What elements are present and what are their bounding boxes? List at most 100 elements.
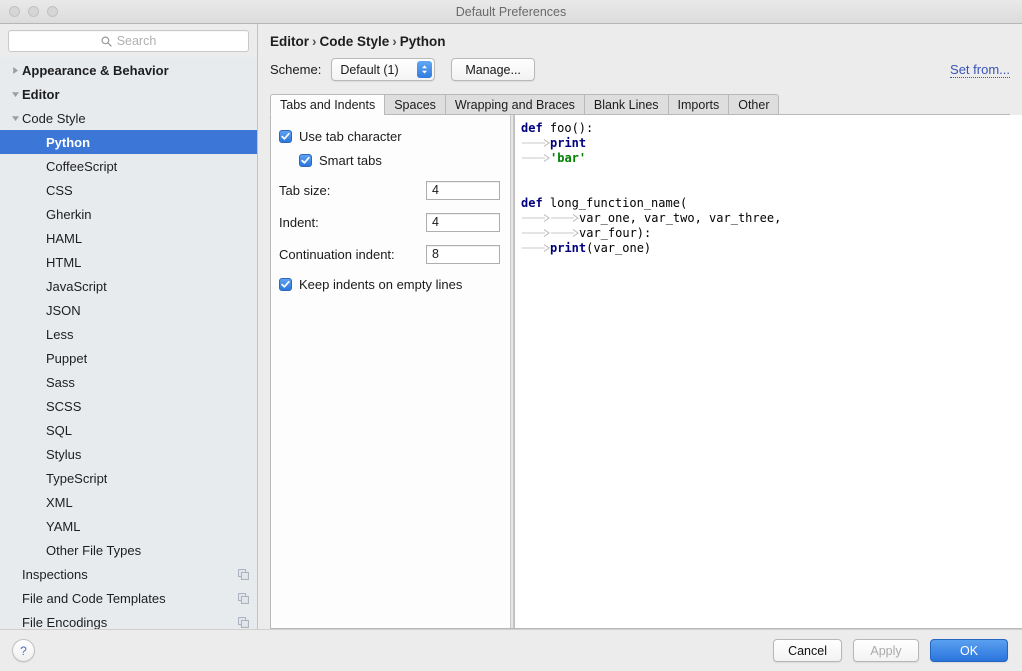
use-tab-character-checkbox[interactable] — [279, 129, 292, 143]
tab-tabs-and-indents[interactable]: Tabs and Indents — [270, 94, 385, 115]
breadcrumb-item[interactable]: Python — [400, 34, 446, 49]
manage-button[interactable]: Manage... — [451, 58, 535, 81]
code-preview[interactable]: def foo(): print'bar' def long_function_n… — [514, 115, 1022, 628]
continuation-indent-label: Continuation indent: — [279, 246, 395, 262]
sidebar-item-gherkin[interactable]: Gherkin — [0, 202, 257, 226]
close-button[interactable] — [9, 6, 20, 17]
sidebar-item-json[interactable]: JSON — [0, 298, 257, 322]
indent-input[interactable]: 4 — [426, 212, 500, 232]
sidebar-item-less[interactable]: Less — [0, 322, 257, 346]
sidebar-item-sass[interactable]: Sass — [0, 370, 257, 394]
smart-tabs-row[interactable]: Smart tabs — [279, 149, 500, 171]
sidebar-item-label: TypeScript — [46, 470, 108, 486]
keep-indents-row[interactable]: Keep indents on empty lines — [279, 273, 500, 295]
scheme-select[interactable]: Default (1) — [331, 58, 436, 81]
tab-indicator-icon — [521, 212, 550, 223]
sidebar-item-scss[interactable]: SCSS — [0, 394, 257, 418]
sidebar-item-label: Other File Types — [46, 542, 142, 558]
code-token: (var_one) — [586, 241, 652, 255]
sidebar-item-label: JSON — [46, 302, 81, 318]
zoom-button[interactable] — [47, 6, 58, 17]
sidebar-item-xml[interactable]: XML — [0, 490, 257, 514]
tab-label: Blank Lines — [593, 97, 659, 112]
code-token: def — [521, 121, 543, 135]
scheme-label: Scheme: — [270, 62, 322, 77]
apply-button[interactable]: Apply — [853, 639, 919, 662]
sidebar-item-label: Appearance & Behavior — [22, 62, 169, 78]
sidebar-item-sql[interactable]: SQL — [0, 418, 257, 442]
minimize-button[interactable] — [28, 6, 39, 17]
code-token: foo(): — [542, 121, 594, 135]
sidebar-item-label: Sass — [46, 374, 75, 390]
sidebar-item-css[interactable]: CSS — [0, 178, 257, 202]
sidebar-item-label: Editor — [22, 86, 60, 102]
sidebar-item-other-file-types[interactable]: Other File Types — [0, 538, 257, 562]
tab-other[interactable]: Other — [728, 94, 780, 115]
sidebar-item-yaml[interactable]: YAML — [0, 514, 257, 538]
sidebar-item-appearance-behavior[interactable]: Appearance & Behavior — [0, 58, 257, 82]
breadcrumb-item[interactable]: Code Style — [320, 34, 390, 49]
tab-wrapping-and-braces[interactable]: Wrapping and Braces — [444, 94, 584, 115]
code-line: print (var_one) — [521, 241, 1022, 256]
tab-imports[interactable]: Imports — [667, 94, 729, 115]
sidebar-item-label: SQL — [46, 422, 73, 438]
sidebar-item-label: Python — [46, 134, 91, 150]
sidebar-item-label: Code Style — [22, 110, 86, 126]
footer-bar: ? Cancel Apply OK — [0, 629, 1022, 671]
ok-button[interactable]: OK — [930, 639, 1008, 662]
tab-blank-lines[interactable]: Blank Lines — [583, 94, 668, 115]
sidebar-item-javascript[interactable]: JavaScript — [0, 274, 257, 298]
keep-indents-checkbox[interactable] — [279, 277, 292, 291]
copy-icon — [238, 568, 249, 580]
code-line: var_one, var_two, var_three, — [521, 211, 1022, 226]
tab-label: Tabs and Indents — [280, 97, 376, 112]
sidebar-item-file-encodings[interactable]: File Encodings — [0, 610, 257, 629]
tab-spaces[interactable]: Spaces — [384, 94, 445, 115]
set-from-link[interactable]: Set from... — [950, 62, 1010, 78]
continuation-indent-input[interactable]: 8 — [426, 244, 500, 264]
tab-indicator-icon — [550, 227, 579, 238]
help-button[interactable]: ? — [12, 639, 35, 662]
sidebar-item-coffeescript[interactable]: CoffeeScript — [0, 154, 257, 178]
tab-indicator-icon — [521, 152, 550, 163]
tab-bar[interactable]: Tabs and Indents Spaces Wrapping and Brace… — [270, 93, 1022, 115]
indent-label: Indent: — [279, 214, 319, 230]
sidebar-item-typescript[interactable]: TypeScript — [0, 466, 257, 490]
sidebar-item-inspections[interactable]: Inspections — [0, 562, 257, 586]
sidebar-item-html[interactable]: HTML — [0, 250, 257, 274]
tab-label: Wrapping and Braces — [454, 97, 575, 112]
sidebar-item-code-style[interactable]: Code Style — [0, 106, 257, 130]
tab-label: Imports — [677, 97, 720, 112]
sidebar-item-file-and-code-templates[interactable]: File and Code Templates — [0, 586, 257, 610]
use-tab-character-row[interactable]: Use tab character — [279, 125, 500, 147]
search-input[interactable]: Search — [8, 30, 249, 52]
sidebar-item-haml[interactable]: HAML — [0, 226, 257, 250]
sidebar-item-editor[interactable]: Editor — [0, 82, 257, 106]
sidebar-item-python[interactable]: Python — [0, 130, 257, 154]
settings-tree[interactable]: Appearance & Behavior Editor Code Style Pyt… — [0, 57, 257, 629]
cancel-button[interactable]: Cancel — [773, 639, 842, 662]
code-token: long_function_name( — [542, 196, 688, 210]
sidebar-item-label: Less — [46, 326, 74, 342]
breadcrumb-item[interactable]: Editor — [270, 34, 309, 49]
smart-tabs-checkbox[interactable] — [299, 153, 312, 167]
tab-size-input[interactable]: 4 — [426, 180, 500, 200]
tab-indicator-icon — [521, 137, 550, 148]
sidebar-item-stylus[interactable]: Stylus — [0, 442, 257, 466]
sidebar-item-puppet[interactable]: Puppet — [0, 346, 257, 370]
sidebar-item-label: HAML — [46, 230, 83, 246]
sidebar-item-label: Puppet — [46, 350, 88, 366]
code-token: print — [550, 136, 587, 150]
use-tab-character-label: Use tab character — [299, 128, 402, 144]
